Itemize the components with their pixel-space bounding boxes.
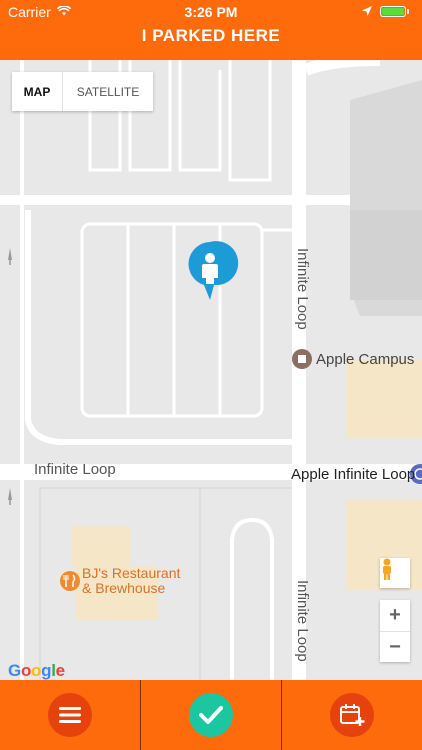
infinite-loop-street-label: Infinite Loop xyxy=(34,461,116,478)
infinite-loop-vertical-label-1: Infinite Loop xyxy=(294,248,311,330)
zoom-in-button[interactable]: + xyxy=(380,600,410,632)
menu-icon xyxy=(59,707,81,723)
check-icon xyxy=(199,706,223,724)
bjs-label-line2: & Brewhouse xyxy=(82,580,166,596)
restaurant-marker-icon[interactable] xyxy=(60,571,80,591)
clock: 3:26 PM xyxy=(184,4,238,20)
apple-infinite-loop-label[interactable]: Apple Infinite Loop xyxy=(291,466,415,483)
zoom-controls: + − xyxy=(380,600,410,662)
pegman-icon xyxy=(383,558,391,580)
confirm-parking-button[interactable] xyxy=(189,693,233,737)
map-type-satellite-button[interactable]: SATELLITE xyxy=(63,72,153,111)
map-view[interactable]: Apple Campus Apple Infinite Loop Infinit… xyxy=(0,60,422,680)
location-arrow-icon xyxy=(362,6,372,16)
map-type-toggle: MAP SATELLITE xyxy=(12,72,153,111)
battery-icon xyxy=(380,6,406,17)
battery-cap xyxy=(407,9,409,14)
page-title: I PARKED HERE xyxy=(141,26,281,45)
tab-menu[interactable] xyxy=(0,680,141,750)
bottom-tab-bar xyxy=(0,680,422,750)
apple-campus-label[interactable]: Apple Campus xyxy=(316,351,414,368)
map-canvas[interactable] xyxy=(0,60,422,680)
app-header: Carrier 3:26 PM I PARKED HERE xyxy=(0,0,422,60)
street-view-pegman-button[interactable] xyxy=(380,558,410,588)
infinite-loop-vertical-label-2: Infinite Loop xyxy=(294,580,311,662)
menu-button[interactable] xyxy=(48,693,92,737)
add-calendar-button[interactable] xyxy=(330,693,374,737)
zoom-out-button[interactable]: − xyxy=(380,632,410,663)
bjs-restaurant-label[interactable]: BJ's Restaurant & Brewhouse xyxy=(82,566,180,596)
tab-calendar[interactable] xyxy=(282,680,422,750)
google-logo: Google xyxy=(8,661,65,680)
bjs-label-line1: BJ's Restaurant xyxy=(82,565,181,581)
tab-confirm[interactable] xyxy=(141,680,282,750)
apple-campus-marker-icon[interactable] xyxy=(292,349,312,369)
calendar-add-icon xyxy=(340,704,365,726)
person-pin-icon[interactable] xyxy=(188,241,239,300)
map-type-map-button[interactable]: MAP xyxy=(12,72,63,111)
status-bar: Carrier 3:26 PM xyxy=(0,0,422,22)
